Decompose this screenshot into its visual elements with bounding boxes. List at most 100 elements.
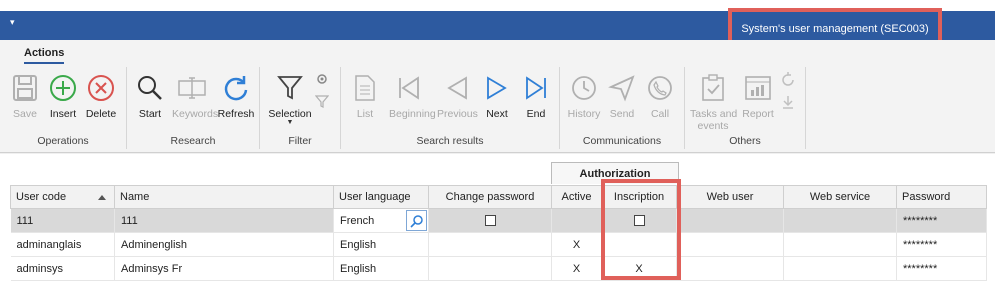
first-page-icon bbox=[389, 72, 429, 104]
insert-button[interactable]: Insert bbox=[43, 72, 83, 120]
call-button[interactable]: Call bbox=[640, 72, 680, 120]
cell-active[interactable]: X bbox=[551, 232, 602, 257]
report-button[interactable]: Report bbox=[738, 72, 778, 120]
table-row[interactable]: 111 111 French ******** bbox=[10, 208, 987, 233]
start-button[interactable]: Start bbox=[130, 72, 170, 120]
cell-inscription[interactable] bbox=[601, 232, 677, 257]
send-button[interactable]: Send bbox=[602, 72, 642, 120]
cell-web-user[interactable] bbox=[676, 232, 784, 257]
report-label: Report bbox=[742, 108, 774, 120]
end-button[interactable]: End bbox=[516, 72, 556, 120]
list-button[interactable]: List bbox=[345, 72, 385, 120]
cell-web-user[interactable] bbox=[676, 256, 784, 281]
column-header-change-password[interactable]: Change password bbox=[428, 185, 552, 209]
tasks-events-button[interactable]: Tasks and events bbox=[690, 72, 737, 132]
cell-name[interactable]: Adminenglish bbox=[114, 232, 334, 257]
start-label: Start bbox=[138, 108, 162, 120]
cell-user-code[interactable]: adminanglais bbox=[10, 232, 115, 257]
quick-access-menu-icon[interactable]: ▾ bbox=[10, 17, 15, 28]
previous-icon bbox=[437, 72, 477, 104]
tab-actions[interactable]: Actions bbox=[24, 47, 65, 64]
cell-password[interactable]: ******** bbox=[896, 256, 987, 281]
cell-name[interactable]: Adminsys Fr bbox=[114, 256, 334, 281]
ribbon: Actions Save Insert Delete Operations St… bbox=[0, 40, 995, 153]
group-filter-label: Filter bbox=[288, 135, 312, 147]
cell-user-code[interactable]: 111 bbox=[10, 208, 115, 233]
cell-inscription[interactable]: X bbox=[601, 256, 677, 281]
table-row[interactable]: adminanglais Adminenglish English X ****… bbox=[10, 232, 987, 257]
cell-user-language[interactable]: French bbox=[333, 208, 429, 233]
phone-icon bbox=[640, 72, 680, 104]
call-label: Call bbox=[650, 108, 670, 120]
beginning-label: Beginning bbox=[389, 108, 436, 120]
download-icon[interactable] bbox=[780, 94, 796, 113]
next-label: Next bbox=[486, 108, 508, 120]
cell-change-password[interactable] bbox=[428, 232, 552, 257]
column-header-inscription[interactable]: Inscription bbox=[601, 185, 677, 209]
cell-user-code[interactable]: adminsys bbox=[10, 256, 115, 281]
users-table: User code Name User language Change pass… bbox=[10, 185, 987, 281]
events-label: events bbox=[697, 120, 729, 132]
cell-password[interactable]: ******** bbox=[896, 208, 987, 233]
next-button[interactable]: Next bbox=[477, 72, 517, 120]
cell-name[interactable]: 111 bbox=[114, 208, 334, 233]
delete-button[interactable]: Delete bbox=[81, 72, 121, 120]
change-password-checkbox[interactable] bbox=[484, 215, 496, 227]
column-header-name[interactable]: Name bbox=[114, 185, 334, 209]
cell-user-language[interactable]: English bbox=[333, 232, 429, 257]
document-icon bbox=[345, 72, 385, 104]
column-header-web-service[interactable]: Web service bbox=[783, 185, 897, 209]
keywords-button[interactable]: Keywords bbox=[172, 72, 218, 120]
cell-active[interactable]: X bbox=[551, 256, 602, 281]
language-lookup-icon[interactable] bbox=[406, 210, 427, 231]
cell-web-service[interactable] bbox=[783, 232, 897, 257]
refresh-icon bbox=[216, 72, 256, 104]
clear-filter-icon[interactable] bbox=[314, 94, 330, 111]
reset-icon[interactable] bbox=[780, 72, 796, 91]
cell-web-user[interactable] bbox=[676, 208, 784, 233]
delete-label: Delete bbox=[85, 108, 117, 120]
report-chart-icon bbox=[738, 72, 778, 104]
save-button[interactable]: Save bbox=[5, 72, 45, 120]
column-header-user-language[interactable]: User language bbox=[333, 185, 429, 209]
table-row[interactable]: adminsys Adminsys Fr English X X *******… bbox=[10, 256, 987, 281]
user-grid-area: Authorization User code Name User langua… bbox=[0, 154, 995, 281]
save-label: Save bbox=[13, 108, 37, 120]
cell-change-password[interactable] bbox=[428, 256, 552, 281]
cell-change-password[interactable] bbox=[428, 208, 552, 233]
previous-label: Previous bbox=[437, 108, 478, 120]
cell-user-language[interactable]: English bbox=[333, 256, 429, 281]
beginning-button[interactable]: Beginning bbox=[389, 72, 436, 120]
inscription-checkbox[interactable] bbox=[633, 215, 645, 227]
save-icon bbox=[5, 72, 45, 104]
group-communications-label: Communications bbox=[582, 135, 662, 147]
column-header-web-user[interactable]: Web user bbox=[676, 185, 784, 209]
last-page-icon bbox=[516, 72, 556, 104]
close-circle-icon bbox=[81, 72, 121, 104]
language-value: French bbox=[340, 214, 375, 227]
refresh-button[interactable]: Refresh bbox=[216, 72, 256, 120]
history-button[interactable]: History bbox=[564, 72, 604, 120]
cell-password[interactable]: ******** bbox=[896, 232, 987, 257]
list-label: List bbox=[356, 108, 374, 120]
table-header-row: User code Name User language Change pass… bbox=[10, 185, 987, 209]
cell-web-service[interactable] bbox=[783, 256, 897, 281]
send-icon bbox=[602, 72, 642, 104]
filter-settings-icon[interactable] bbox=[315, 72, 329, 89]
selection-dropdown-icon: ▼ bbox=[286, 119, 294, 126]
column-header-password[interactable]: Password bbox=[896, 185, 987, 209]
column-header-label: User code bbox=[16, 191, 67, 203]
selection-button[interactable]: Selection ▼ bbox=[268, 72, 312, 126]
history-icon bbox=[564, 72, 604, 104]
cell-web-service[interactable] bbox=[783, 208, 897, 233]
group-search-results-label: Search results bbox=[416, 135, 484, 147]
cell-inscription[interactable] bbox=[601, 208, 677, 233]
previous-button[interactable]: Previous bbox=[437, 72, 478, 120]
next-icon bbox=[477, 72, 517, 104]
plus-circle-icon bbox=[43, 72, 83, 104]
column-header-user-code[interactable]: User code bbox=[10, 185, 115, 209]
cell-active[interactable] bbox=[551, 208, 602, 233]
column-header-active[interactable]: Active bbox=[551, 185, 602, 209]
window-title: System's user management (SEC003) bbox=[728, 8, 942, 44]
insert-label: Insert bbox=[49, 108, 77, 120]
